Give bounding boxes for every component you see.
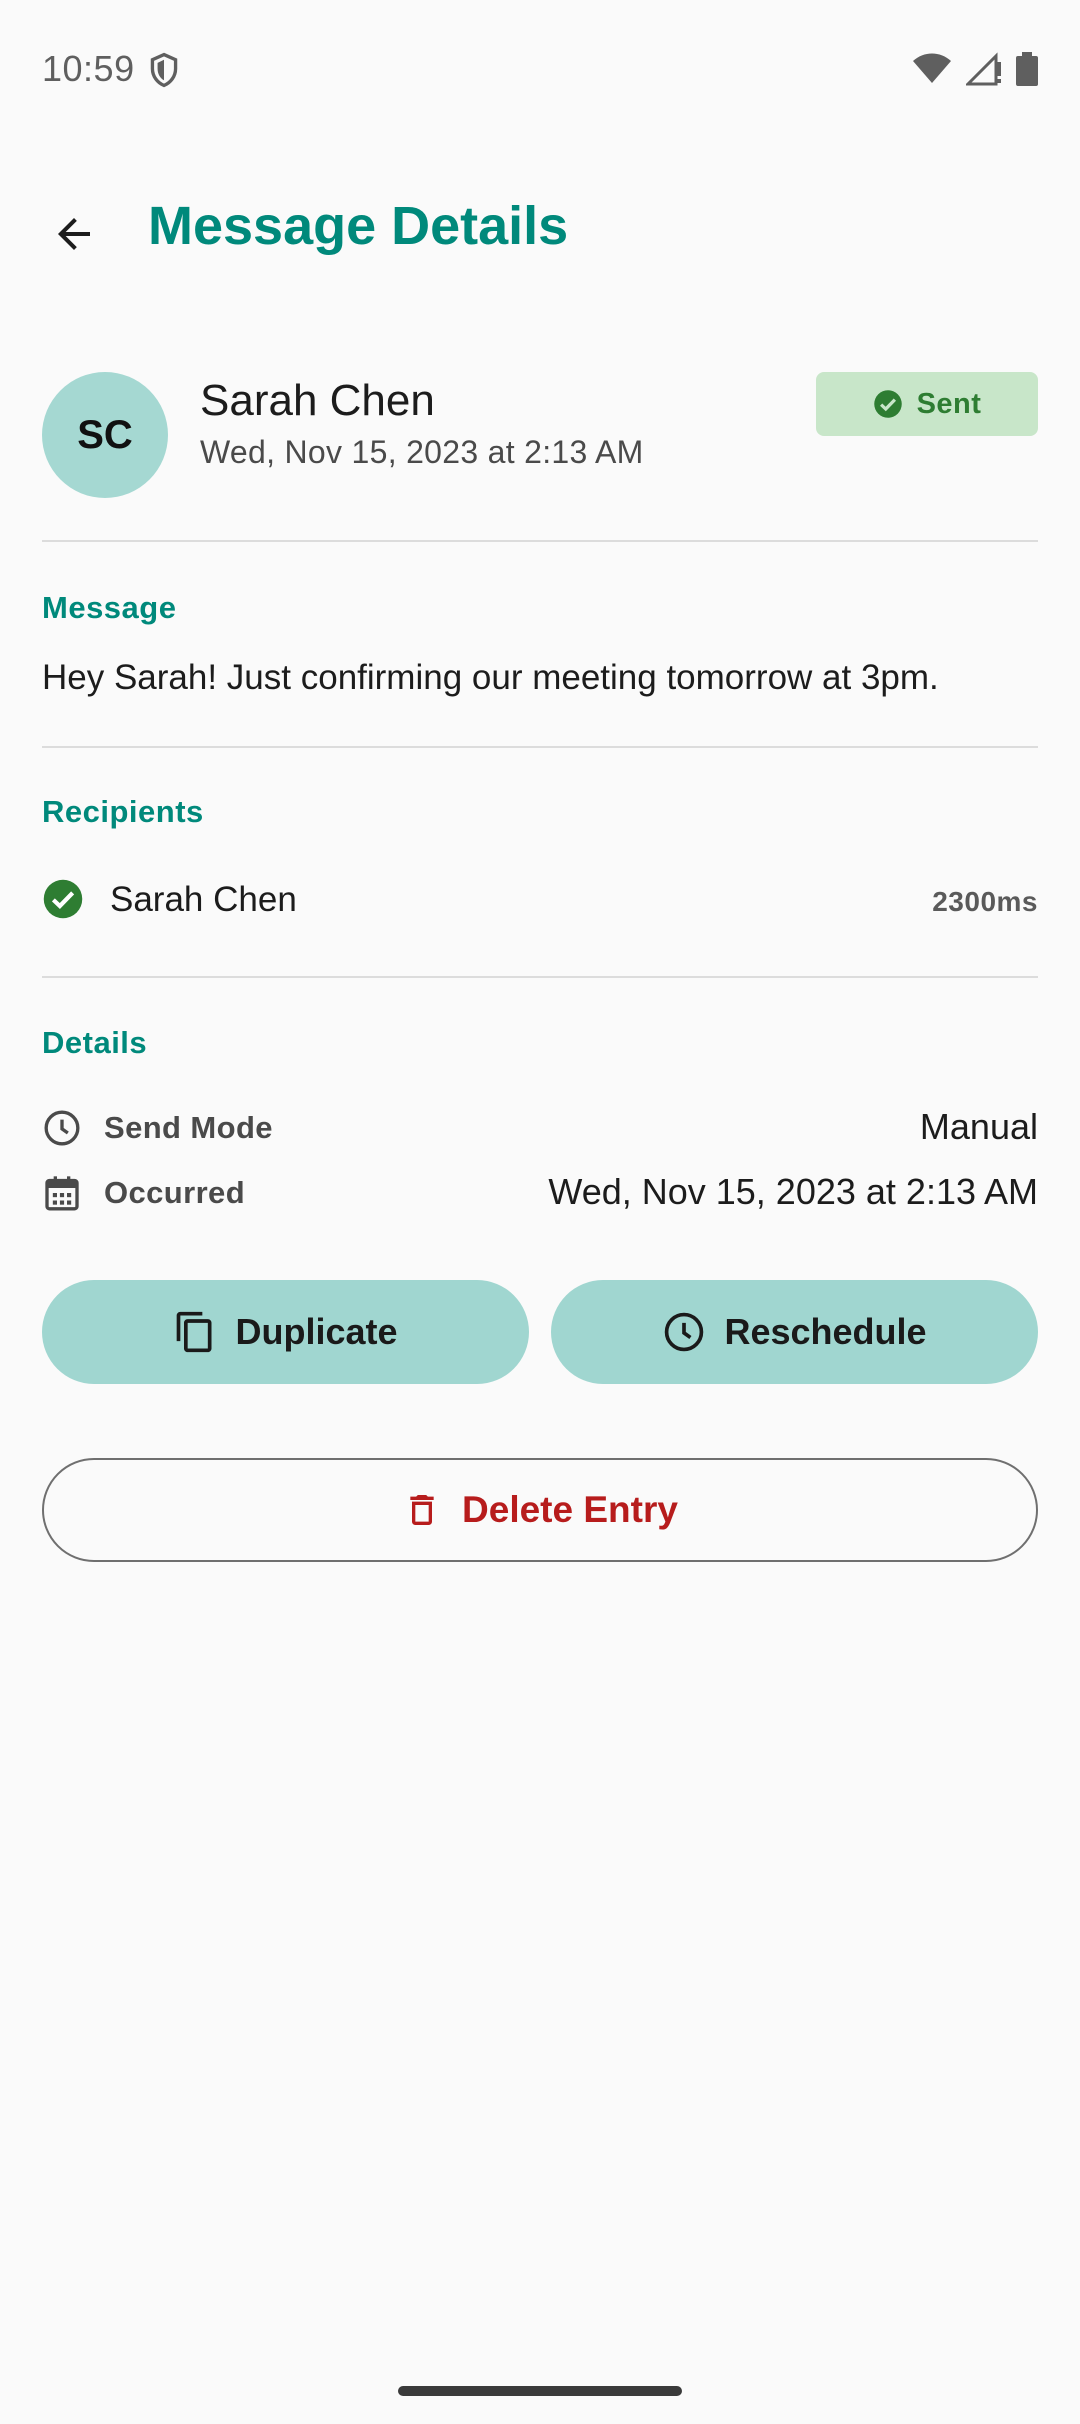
- calendar-icon: [45, 1176, 79, 1211]
- divider: [42, 976, 1038, 978]
- wifi-icon: [912, 53, 952, 90]
- home-indicator[interactable]: [398, 2386, 682, 2396]
- delete-entry-button[interactable]: Delete Entry: [42, 1458, 1038, 1562]
- check-circle-icon: [43, 879, 83, 919]
- reschedule-button[interactable]: Reschedule: [551, 1280, 1038, 1384]
- message-text: Hey Sarah! Just confirming our meeting t…: [42, 658, 939, 697]
- section-label-message: Message: [42, 590, 177, 625]
- detail-value: Manual: [919, 1106, 1038, 1147]
- duplicate-button[interactable]: Duplicate: [42, 1280, 529, 1384]
- status-bar: 10:59: [0, 0, 1080, 140]
- app-bar: Message Details: [0, 170, 1080, 280]
- clock-icon: [665, 1312, 704, 1352]
- section-label-details: Details: [42, 1025, 148, 1060]
- reschedule-button-label: Reschedule: [724, 1311, 927, 1352]
- back-button[interactable]: [30, 190, 118, 278]
- detail-label: Occurred: [104, 1175, 246, 1210]
- signal-icon: [964, 52, 1002, 91]
- status-badge: Sent: [816, 372, 1038, 436]
- trash-icon: [410, 1495, 434, 1525]
- section-label-recipients: Recipients: [42, 794, 204, 829]
- message-date: Wed, Nov 15, 2023 at 2:13 AM: [200, 434, 644, 470]
- recipient-delivery-time: 2300ms: [932, 886, 1038, 917]
- clock-icon: [44, 1110, 80, 1146]
- divider: [42, 540, 1038, 542]
- detail-value: Wed, Nov 15, 2023 at 2:13 AM: [548, 1171, 1038, 1212]
- recipient-name: Sarah Chen: [110, 880, 297, 919]
- battery-icon: [1016, 52, 1038, 91]
- copy-icon: [177, 1311, 212, 1353]
- arrow-left-icon: [58, 218, 90, 250]
- detail-row-send-mode: Send Mode Manual: [42, 1100, 1038, 1156]
- avatar: SC: [42, 372, 168, 498]
- duplicate-button-label: Duplicate: [235, 1311, 398, 1352]
- shield-icon: [148, 52, 180, 93]
- detail-row-occurred: Occurred Wed, Nov 15, 2023 at 2:13 AM: [42, 1165, 1038, 1221]
- divider: [42, 746, 1038, 748]
- delete-entry-label: Delete Entry: [462, 1489, 678, 1530]
- contact-name: Sarah Chen: [200, 376, 435, 425]
- status-time: 10:59: [42, 48, 135, 89]
- page-title: Message Details: [148, 196, 569, 256]
- detail-label: Send Mode: [104, 1110, 273, 1145]
- status-icons: [912, 52, 1038, 91]
- message-header: SC Sarah Chen Wed, Nov 15, 2023 at 2:13 …: [42, 372, 1038, 500]
- check-circle-icon: [873, 390, 902, 418]
- recipient-row: Sarah Chen 2300ms: [42, 870, 1038, 930]
- status-badge-label: Sent: [916, 387, 982, 420]
